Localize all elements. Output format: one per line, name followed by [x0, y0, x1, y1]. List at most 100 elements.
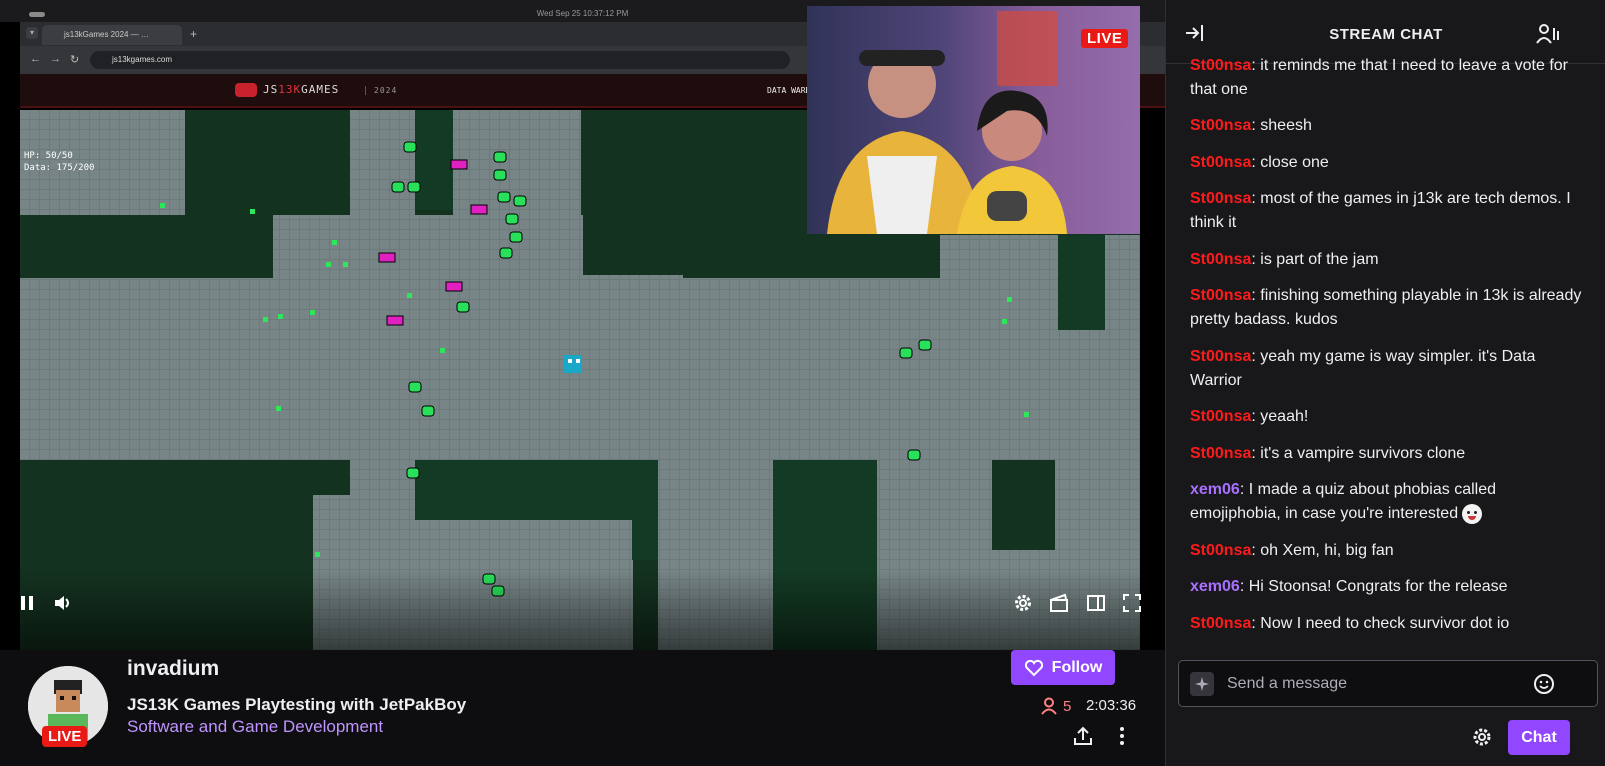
chat-username[interactable]: xem06	[1190, 481, 1240, 498]
data-gem	[440, 348, 445, 353]
chat-username[interactable]: St00nsa	[1190, 190, 1251, 207]
chat-username[interactable]: St00nsa	[1190, 542, 1251, 559]
chat-username[interactable]: St00nsa	[1190, 445, 1251, 462]
chat-message: xem06: I made a quiz about phobias calle…	[1190, 481, 1496, 524]
share-button[interactable]	[1073, 726, 1093, 751]
new-tab-icon: +	[190, 27, 198, 41]
slime-enemy	[899, 347, 913, 359]
stream-category[interactable]: Software and Game Development	[127, 717, 383, 737]
volume-icon	[55, 596, 69, 610]
chat-message-list[interactable]: St00nsa: it reminds me that I need to le…	[1166, 58, 1605, 648]
js13k-logo: JS13KGAMES	[235, 83, 339, 97]
player-controls-overlay	[0, 570, 1165, 650]
data-gem	[250, 209, 255, 214]
chat-message-text: is part of the jam	[1260, 250, 1379, 268]
chat-username[interactable]: St00nsa	[1190, 408, 1251, 425]
chat-message: St00nsa: most of the games in j13k are t…	[1190, 190, 1571, 231]
slime-enemy	[406, 467, 420, 479]
slime-enemy	[918, 339, 932, 351]
chat-message: St00nsa: Now I need to check survivor do…	[1190, 614, 1510, 632]
chat-input[interactable]: Send a message	[1178, 660, 1598, 707]
data-gem	[310, 310, 315, 315]
follow-label: Follow	[1051, 658, 1103, 676]
slime-enemy	[421, 405, 435, 417]
chat-message: St00nsa: oh Xem, hi, big fan	[1190, 541, 1394, 559]
chat-username[interactable]: St00nsa	[1190, 117, 1251, 134]
chat-send-button[interactable]: Chat	[1508, 720, 1570, 755]
chat-message-text: Now I need to check survivor dot io	[1260, 614, 1510, 632]
clip-icon	[1050, 593, 1068, 612]
share-icon	[1074, 726, 1092, 745]
browser-tab: js13kGames 2024 — …	[42, 25, 182, 45]
slime-enemy	[407, 181, 421, 193]
slime-enemy	[907, 449, 921, 461]
chat-message-text: close one	[1260, 153, 1329, 171]
viewers-icon	[1041, 697, 1057, 715]
webcam-live-badge: LIVE	[1081, 29, 1129, 48]
clip-button[interactable]	[1048, 592, 1070, 614]
chat-effects-button[interactable]	[1190, 672, 1214, 696]
theatre-mode-button[interactable]	[1085, 592, 1107, 614]
chat-username[interactable]: St00nsa	[1190, 58, 1251, 74]
pause-button[interactable]	[16, 592, 38, 614]
chat-username[interactable]: St00nsa	[1190, 154, 1251, 171]
chat-username[interactable]: St00nsa	[1190, 615, 1251, 632]
reload-icon: ↻	[70, 54, 80, 66]
data-gem	[1002, 319, 1007, 324]
address-bar: js13kgames.com	[90, 51, 790, 69]
viewer-count: 5	[1040, 697, 1071, 715]
tab-list-icon: ▾	[26, 27, 38, 39]
follow-button[interactable]: Follow	[1011, 650, 1115, 685]
chat-settings-button[interactable]	[1471, 726, 1493, 753]
data-gem	[315, 552, 320, 557]
data-gem	[1024, 412, 1029, 417]
slime-enemy	[403, 141, 417, 153]
heart-icon	[1024, 659, 1043, 676]
fullscreen-icon	[1123, 594, 1141, 612]
video-player[interactable]: Wed Sep 25 10:37:12 PM ▾ js13kGames 2024…	[0, 0, 1165, 650]
channel-name[interactable]: invadium	[127, 657, 219, 681]
bug-enemy	[450, 159, 468, 170]
data-gem	[276, 406, 281, 411]
slime-enemy	[391, 181, 405, 193]
more-options-button[interactable]	[1112, 726, 1132, 751]
data-gem	[160, 203, 165, 208]
chat-username[interactable]: St00nsa	[1190, 251, 1251, 268]
slime-enemy	[509, 231, 523, 243]
settings-button[interactable]	[1012, 592, 1034, 614]
chat-message: St00nsa: it's a vampire survivors clone	[1190, 444, 1466, 462]
fullscreen-button[interactable]	[1121, 592, 1143, 614]
community-button[interactable]	[1536, 22, 1560, 51]
emote-picker-button[interactable]	[1533, 673, 1555, 700]
chat-message-text: Hi Stoonsa! Congrats for the release	[1248, 578, 1508, 595]
chat-username[interactable]: St00nsa	[1190, 348, 1251, 365]
theatre-mode-icon	[1087, 595, 1105, 611]
volume-button[interactable]	[52, 592, 74, 614]
slime-enemy	[505, 213, 519, 225]
chat-message: St00nsa: yeaah!	[1190, 408, 1309, 425]
bug-enemy	[470, 204, 488, 215]
users-icon	[1536, 24, 1559, 44]
chat-username[interactable]: xem06	[1190, 578, 1240, 595]
slime-enemy	[513, 195, 527, 207]
viewer-count-value: 5	[1063, 697, 1072, 715]
data-gem	[332, 240, 337, 245]
slime-enemy	[497, 191, 511, 203]
chat-message-text: oh Xem, hi, big fan	[1260, 541, 1394, 559]
back-icon: ←	[30, 53, 41, 65]
chat-username[interactable]: St00nsa	[1190, 287, 1251, 304]
gear-icon	[1473, 728, 1491, 746]
data-gem	[1007, 297, 1012, 302]
data-gem	[343, 262, 348, 267]
bug-enemy	[386, 315, 404, 326]
bug-enemy	[445, 281, 463, 292]
chat-panel: STREAM CHAT St00nsa: it reminds me that …	[1165, 0, 1605, 766]
slime-enemy	[493, 151, 507, 163]
slime-enemy	[499, 247, 513, 259]
gear-icon	[1015, 595, 1031, 611]
slime-enemy	[456, 301, 470, 313]
stream-title: JS13K Games Playtesting with JetPakBoy	[127, 695, 467, 714]
game-year: 2024	[365, 86, 397, 95]
chat-message: St00nsa: close one	[1190, 153, 1329, 171]
data-gem	[278, 314, 283, 319]
